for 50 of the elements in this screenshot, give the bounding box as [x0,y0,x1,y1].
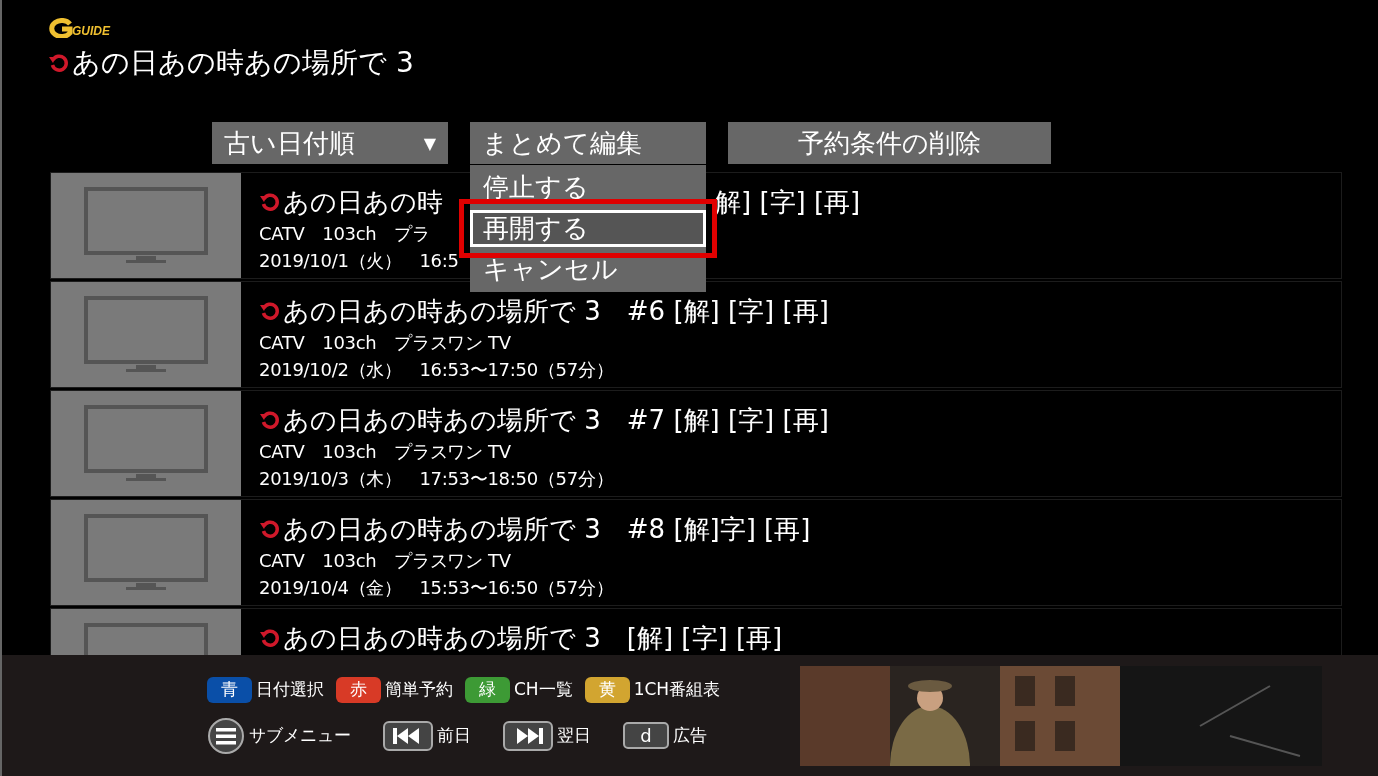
repeat-icon [48,52,70,74]
program-title: あの日あの時あの場所で 3 #6 [解] [字] [再] [283,294,829,328]
key-label: CH一覧 [514,678,573,701]
program-tags: 解] [字] [再] [715,184,861,220]
key-label: 簡単予約 [385,678,453,701]
skip-forward-icon[interactable] [503,720,553,751]
delete-conditions-button[interactable]: 予約条件の削除 [728,122,1051,164]
sort-dropdown[interactable]: 古い日付順 ▼ [212,122,448,164]
key-label: 前日 [437,724,471,747]
repeat-icon [259,627,281,649]
program-title: あの日あの時あの場所で 3 #7 [解] [字] [再] [283,403,829,437]
program-row[interactable]: あの日あの時あの場所で 3 #8 [解]字] [再] CATV 103ch プラスワン TV 2019/10/4（金） 15:53〜16:50（57分） [50,499,1342,606]
tv-icon [81,294,211,375]
program-row[interactable]: あの日あの時あの場所で 3 [解] [字] [再] [50,608,1342,655]
program-title: あの日あの時あの場所で 3 #8 [解]字] [再] [283,512,811,546]
program-row[interactable]: あの日あの時あの場所で 3 #6 [解] [字] [再] CATV 103ch プラスワン TV 2019/10/2（水） 16:53〜17:50（57分） [50,281,1342,388]
channel-info: CATV 103ch プラスワン TV [259,331,511,355]
channel-info: CATV 103ch プラスワン TV [259,549,511,573]
color-key[interactable]: 赤 [336,676,381,703]
channel-info: CATV 103ch プラ [259,222,430,246]
key-label: 日付選択 [256,678,324,701]
air-time: 2019/10/2（水） 16:53〜17:50（57分） [259,358,614,382]
menu-item[interactable]: 停止する [470,169,706,206]
repeat-icon [259,409,281,431]
repeat-icon [259,191,281,213]
logo-text: GUIDE [72,24,110,38]
key-button[interactable]: d [623,722,669,749]
key-label: 広告 [673,724,707,747]
page-title: あの日あの時あの場所で 3 [72,45,414,81]
program-title: あの日あの時 [283,185,443,219]
bulk-edit-button[interactable]: まとめて編集 [470,122,706,164]
air-time: 2019/10/3（木） 17:53〜18:50（57分） [259,467,614,491]
program-title: あの日あの時あの場所で 3 [解] [字] [再] [283,621,783,655]
color-key[interactable]: 青 [207,676,252,703]
tv-icon [81,185,211,266]
air-time: 2019/10/1（火） 16:5 [259,249,459,273]
key-label: 翌日 [557,724,591,747]
logo-icon [48,18,74,38]
skip-back-icon[interactable] [383,720,433,751]
color-key[interactable]: 緑 [465,676,510,703]
air-time: 2019/10/4（金） 15:53〜16:50（57分） [259,576,614,600]
menu-icon[interactable] [207,716,245,755]
program-row[interactable]: あの日あの時あの場所で 3 #7 [解] [字] [再] CATV 103ch プラスワン TV 2019/10/3（木） 17:53〜18:50（57分） [50,390,1342,497]
key-label: 1CH番組表 [633,678,721,701]
key-label: サブメニュー [249,724,351,747]
repeat-icon [259,518,281,540]
repeat-icon [259,300,281,322]
channel-info: CATV 103ch プラスワン TV [259,440,511,464]
tv-icon [81,403,211,484]
tv-icon [81,512,211,593]
